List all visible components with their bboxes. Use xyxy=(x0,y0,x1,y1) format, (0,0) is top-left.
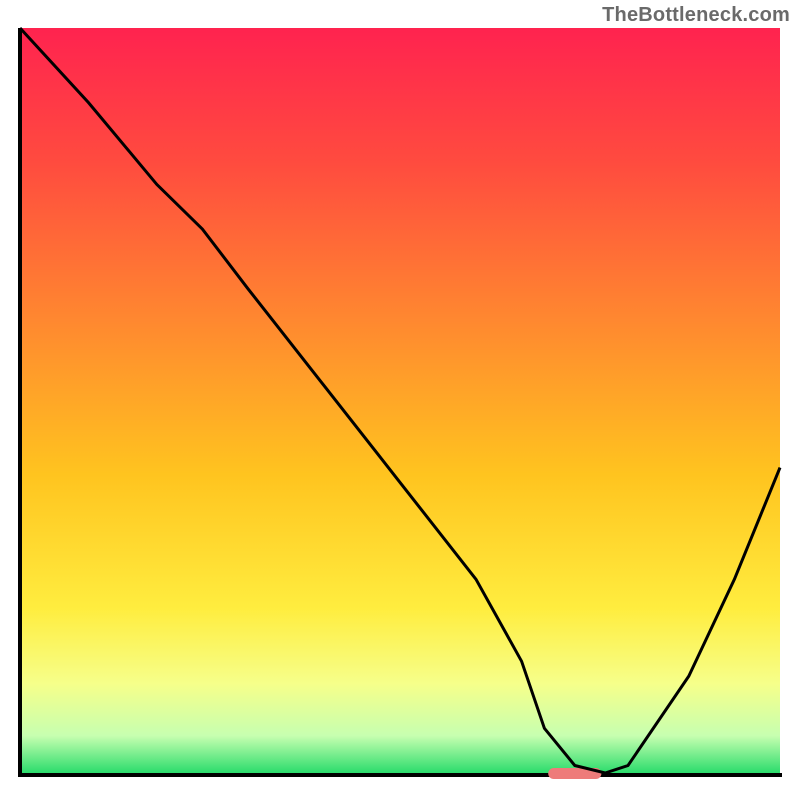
bottleneck-chart xyxy=(0,0,800,800)
plot-gradient-background xyxy=(20,28,780,773)
